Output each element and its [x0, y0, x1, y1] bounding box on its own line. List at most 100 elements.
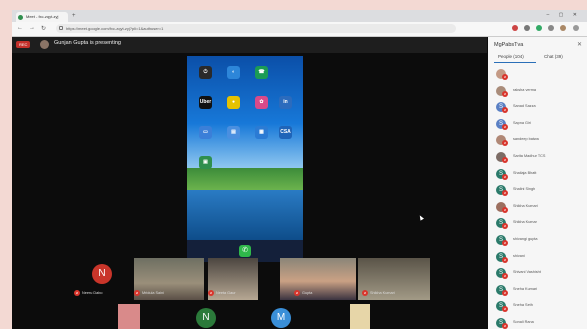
browser-icon[interactable]: ◐ — [227, 66, 240, 79]
participant-row[interactable]: ⊘ Sarita Madhur TCS — [496, 151, 586, 163]
participant-tile[interactable]: ⊘ Neeta Gaur — [208, 258, 258, 300]
participant-row[interactable]: S ⊘ Shailaja Bhatt — [496, 168, 586, 180]
mic-off-icon: ⊘ — [74, 290, 80, 296]
participant-row[interactable]: S ⊘ Sneha Seth — [496, 300, 586, 313]
extension-icon[interactable] — [548, 25, 554, 31]
mic-off-icon: ⊘ — [502, 157, 508, 163]
linkedin-icon[interactable]: in — [279, 96, 292, 109]
participant-row[interactable]: S ⊘ Sonali Rana — [496, 317, 586, 329]
meet-favicon-icon — [18, 15, 23, 20]
browser-menu-icon[interactable] — [573, 25, 579, 31]
participant-name: Shikha Kumari — [370, 291, 395, 295]
participant-name: shivangi gupta — [513, 237, 538, 241]
participant-tile[interactable]: M — [267, 306, 297, 329]
participant-row[interactable]: ⊘ sandeep batwa — [496, 134, 586, 147]
mic-off-icon: ⊘ — [134, 290, 140, 296]
participant-tile[interactable] — [118, 304, 140, 329]
laptop-screen: Meet - fxc-zqyt-zyj + – ▢ ✕ ← → ↻ https:… — [12, 10, 587, 329]
participant-row[interactable]: ⊘ Shikha Kumari — [496, 201, 586, 213]
participant-tile[interactable]: N — [192, 306, 222, 329]
participant-tile[interactable] — [350, 304, 370, 329]
participant-name: shivani — [513, 253, 525, 258]
mic-off-icon: ⊘ — [502, 123, 508, 130]
participant-name: Neeta Gaur — [216, 291, 236, 295]
participant-name: Shalini Singh — [513, 187, 536, 192]
participant-row[interactable]: ⊘ — [496, 68, 586, 80]
participant-tile[interactable]: ⊘ Shikha Kumari — [358, 258, 430, 300]
mic-off-icon: ⊘ — [208, 290, 214, 296]
shared-phone-screen: ⏻ ◐ ☎ Uber ● ✿ in ▭ ▤ ▦ CSA ▣ ✆ — [187, 56, 303, 262]
presenter-avatar — [40, 40, 49, 49]
mic-off-icon: ⊘ — [502, 256, 508, 263]
active-tab-indicator — [494, 62, 536, 63]
recording-badge: REC — [16, 41, 31, 48]
participant-name: Sonali Rana — [513, 320, 534, 324]
calendar-icon[interactable]: ▦ — [255, 126, 268, 139]
game-icon[interactable]: ✿ — [255, 96, 268, 109]
wallpaper-water — [187, 190, 303, 240]
participant-row[interactable]: S ⊘ Sanad Sazza — [496, 101, 586, 114]
classroom-icon[interactable]: ▣ — [199, 156, 212, 169]
participant-row[interactable]: S ⊘ Sapna Giri — [496, 118, 586, 130]
extension-icon[interactable] — [536, 25, 542, 31]
participant-name: Shailaja Bhatt — [513, 170, 537, 175]
mic-off-icon: ⊘ — [502, 107, 508, 114]
mic-off-icon: ⊘ — [502, 223, 508, 230]
participant-tile[interactable]: N ⊘ Neeru Dabo — [72, 258, 132, 300]
close-icon[interactable]: ✕ — [577, 41, 582, 48]
browser-tab-bar: Meet - fxc-zqyt-zyj + – ▢ ✕ — [12, 10, 587, 22]
files-icon[interactable]: ▭ — [199, 126, 212, 139]
mic-off-icon: ⊘ — [502, 206, 508, 213]
participant-row[interactable]: S ⊘ Shikha Kumar — [496, 217, 586, 230]
phone-icon[interactable]: ✆ — [239, 245, 251, 257]
camera-icon[interactable]: ● — [227, 96, 240, 109]
tab-chat[interactable]: Chat (39) — [544, 54, 563, 59]
mic-off-icon: ⊘ — [502, 240, 508, 246]
participant-tile[interactable]: ⊘ Gupta — [280, 258, 356, 300]
participant-row[interactable]: S ⊘ shivangi gupta — [496, 234, 586, 246]
panel-title: MgPabsTva — [494, 42, 524, 48]
participant-row[interactable]: S ⊘ Shivani Vashisht — [496, 267, 586, 280]
docs-icon[interactable]: ▤ — [227, 126, 240, 139]
participant-row[interactable]: S ⊘ Shalini Singh — [496, 184, 586, 197]
chat-icon[interactable]: ☎ — [255, 66, 268, 79]
participant-tile[interactable]: ⊘ Mridula Saini — [134, 258, 204, 300]
mic-off-icon: ⊘ — [362, 290, 368, 296]
participant-name: Sneha Kumari — [513, 286, 538, 291]
profile-avatar[interactable] — [560, 25, 566, 31]
window-controls[interactable]: – ▢ ✕ — [547, 12, 581, 18]
participant-strip: N ⊘ Neeru Dabo ⊘ Mridula Saini ⊘ Neeta Gaur ⊘ Gu… — [12, 258, 487, 329]
mic-off-icon: ⊘ — [502, 190, 508, 197]
extension-icon[interactable] — [512, 25, 518, 31]
mic-off-icon: ⊘ — [502, 173, 508, 180]
tab-title: Meet - fxc-zqyt-zyj — [26, 14, 59, 19]
extension-icon[interactable] — [524, 25, 530, 31]
url-field[interactable]: https://meet.google.com/fxc-zqyt-zyj?pli… — [56, 24, 456, 33]
participant-row[interactable]: S ⊘ Sneha Kumari — [496, 284, 586, 296]
url-text: https://meet.google.com/fxc-zqyt-zyj?pli… — [66, 26, 164, 31]
power-icon[interactable]: ⏻ — [199, 66, 212, 79]
participant-name: raksha verma — [513, 87, 537, 92]
people-panel: MgPabsTva ✕ People (104) Chat (39) ⊘ ⊘ rak… — [488, 37, 587, 329]
reload-button[interactable]: ↻ — [41, 25, 46, 32]
uber-icon[interactable]: Uber — [199, 96, 212, 109]
mic-off-icon: ⊘ — [502, 90, 508, 97]
avatar: N — [92, 264, 112, 284]
participant-name: sandeep batwa — [513, 137, 539, 142]
mic-off-icon: ⊘ — [294, 290, 300, 296]
participant-name: Gupta — [302, 291, 313, 295]
participant-row[interactable]: S ⊘ shivani — [496, 251, 586, 263]
back-button[interactable]: ← — [17, 25, 23, 31]
avatar: N — [196, 308, 216, 328]
lock-icon — [59, 26, 63, 30]
participant-name: Sanad Sazza — [513, 104, 536, 109]
csa-icon[interactable]: CSA — [279, 126, 292, 139]
participant-row[interactable]: ⊘ raksha verma — [496, 85, 586, 97]
new-tab-button[interactable]: + — [72, 13, 76, 19]
browser-tab[interactable]: Meet - fxc-zqyt-zyj — [16, 12, 68, 22]
tab-people[interactable]: People (104) — [498, 54, 524, 59]
forward-button[interactable]: → — [29, 25, 35, 31]
mic-off-icon: ⊘ — [502, 140, 508, 147]
mic-off-icon: ⊘ — [502, 289, 508, 296]
mic-off-icon: ⊘ — [502, 306, 508, 313]
